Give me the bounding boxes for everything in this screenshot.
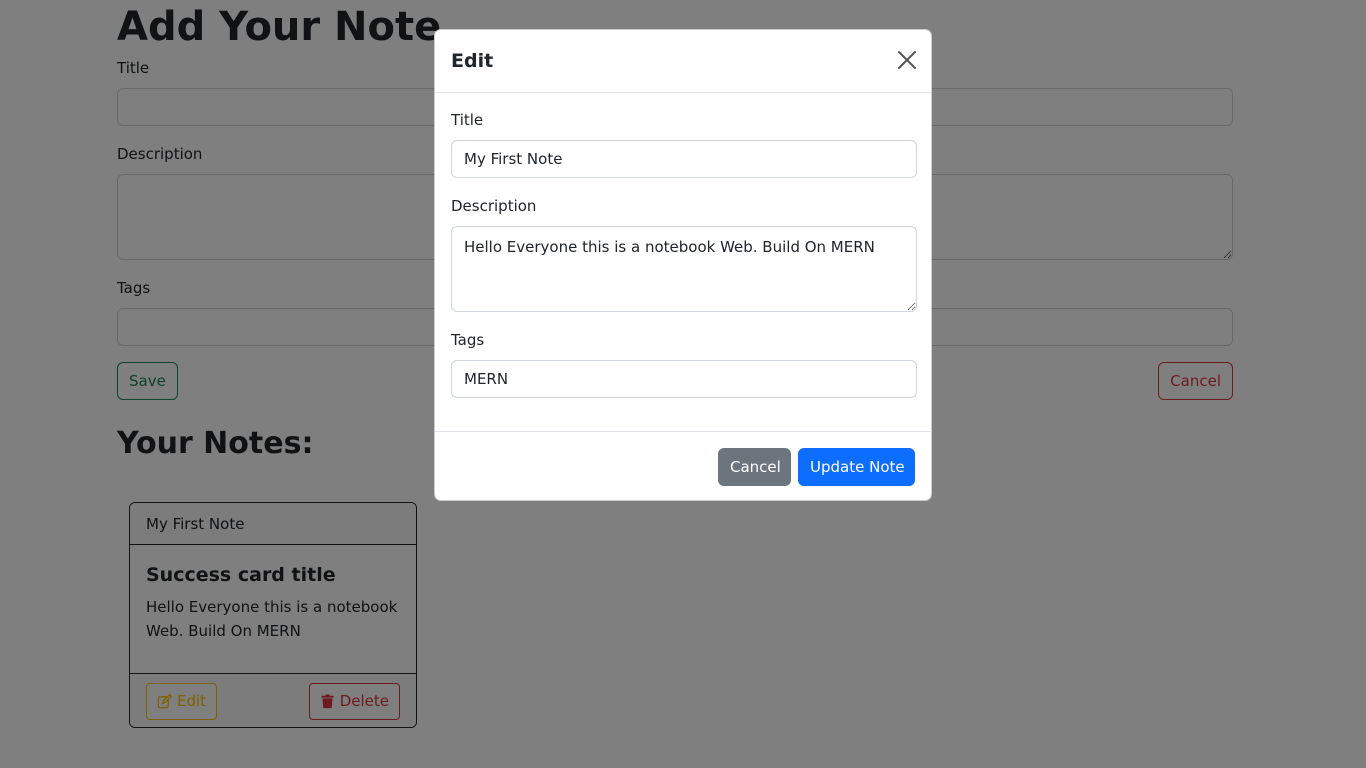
- modal-tags-input[interactable]: [451, 360, 917, 398]
- modal-header: Edit: [435, 30, 931, 93]
- modal-title: Edit: [451, 50, 494, 72]
- edit-note-modal: Edit Title Description Hello Everyone th…: [434, 29, 932, 501]
- close-icon: [897, 50, 917, 70]
- close-button[interactable]: [897, 50, 917, 70]
- modal-title-input[interactable]: [451, 140, 917, 178]
- modal-footer: Cancel Update Note: [435, 431, 931, 500]
- modal-description-label: Description: [451, 197, 537, 215]
- modal-cancel-button[interactable]: Cancel: [718, 448, 791, 486]
- update-note-button[interactable]: Update Note: [798, 448, 915, 486]
- modal-body: Title Description Hello Everyone this is…: [435, 93, 931, 431]
- modal-tags-label: Tags: [451, 331, 485, 349]
- modal-title-label: Title: [451, 111, 484, 129]
- modal-description-input[interactable]: Hello Everyone this is a notebook Web. B…: [451, 226, 917, 312]
